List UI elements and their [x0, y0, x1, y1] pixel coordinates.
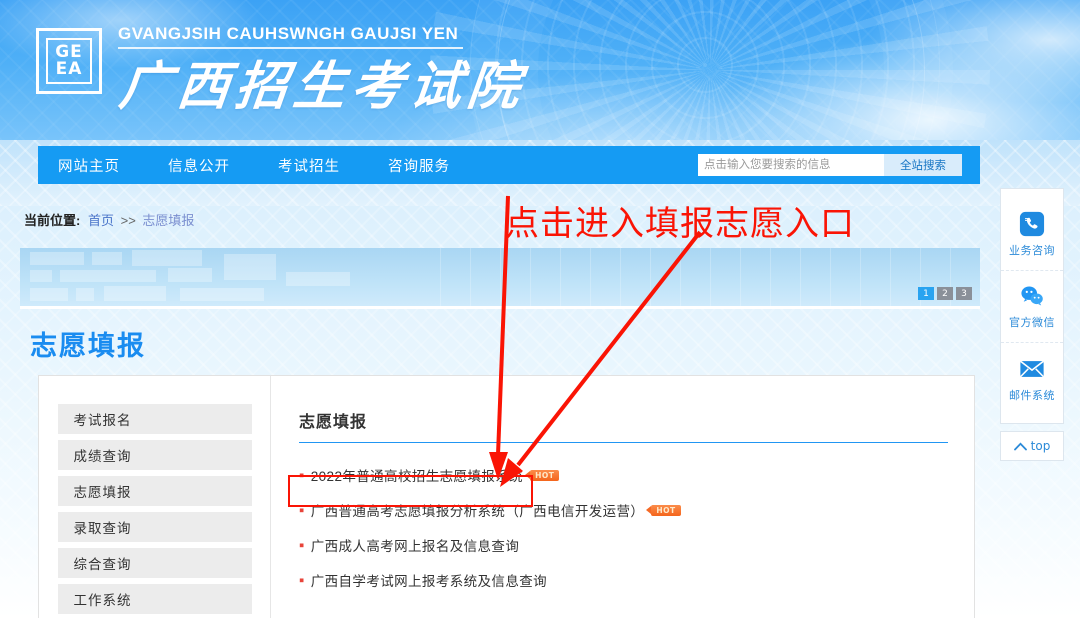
hot-badge-label: HOT [530, 469, 560, 481]
breadcrumb-home-link[interactable]: 首页 [88, 213, 114, 228]
sidebar-item-score-query[interactable]: 成绩查询 [57, 440, 252, 470]
carousel-dot-2[interactable]: 2 [937, 287, 953, 300]
float-item-label: 官方微信 [1009, 317, 1055, 329]
wechat-icon [1021, 286, 1043, 306]
logo-letters: GE EA [46, 38, 92, 84]
bullet-icon: ▪ [299, 571, 305, 589]
bullet-icon: ▪ [299, 501, 305, 519]
list-item[interactable]: ▪ 广西普通高考志愿填报分析系统（广西电信开发运营） HOT [299, 500, 948, 520]
link-label[interactable]: 广西成人高考网上报名及信息查询 [311, 535, 520, 555]
list-item[interactable]: ▪ 广西自学考试网上报考系统及信息查询 [299, 570, 948, 590]
breadcrumb-label: 当前位置: [24, 213, 81, 228]
sidebar-item-comprehensive-query[interactable]: 综合查询 [57, 548, 252, 578]
hot-badge: HOT [530, 469, 560, 481]
search-input[interactable] [698, 154, 884, 176]
sidebar-item-admission-query[interactable]: 录取查询 [57, 512, 252, 542]
carousel-pagination: 1 2 3 [918, 287, 972, 300]
float-item-label: 邮件系统 [1009, 389, 1055, 402]
floating-service-panel: 业务咨询 官方微信 邮件系统 [1000, 188, 1064, 424]
breadcrumb: 当前位置: 首页 >> 志愿填报 [24, 210, 194, 229]
content-panel: 考试报名 成绩查询 志愿填报 录取查询 综合查询 工作系统 志愿填报 ▪ 202… [38, 375, 975, 618]
float-item-mail-system[interactable]: 邮件系统 [1001, 343, 1063, 415]
search-button[interactable]: 全站搜索 [884, 154, 962, 176]
back-to-top-label: top [1030, 439, 1051, 453]
list-item[interactable]: ▪ 广西成人高考网上报名及信息查询 [299, 535, 948, 555]
link-label[interactable]: 广西自学考试网上报考系统及信息查询 [311, 570, 547, 590]
main-content-column: 志愿填报 ▪ 2022年普通高校招生志愿填报系统 HOT ▪ 广西普通高考志愿填… [271, 376, 974, 618]
site-header-banner: GE EA GVANGJSIH CAUHSWNGH GAUJSI YEN 广西招… [0, 0, 1080, 140]
breadcrumb-separator: >> [120, 213, 136, 228]
site-logo[interactable]: GE EA [36, 28, 102, 94]
main-navigation: 网站主页 信息公开 考试招生 咨询服务 全站搜索 [38, 146, 980, 184]
carousel-dot-3[interactable]: 3 [956, 287, 972, 300]
hot-badge: HOT [651, 504, 681, 516]
phone-icon [1019, 211, 1045, 237]
back-to-top-button[interactable]: top [1000, 431, 1064, 461]
banner-ring-pattern [470, 0, 940, 140]
system-link-list: ▪ 2022年普通高校招生志愿填报系统 HOT ▪ 广西普通高考志愿填报分析系统… [299, 465, 948, 590]
page-title: 志愿填报 [30, 331, 146, 361]
breadcrumb-current: 志愿填报 [142, 213, 195, 228]
brand-zhuang-name: GVANGJSIH CAUHSWNGH GAUJSI YEN [118, 24, 459, 43]
sidebar-item-volunteer-filling[interactable]: 志愿填报 [57, 476, 252, 506]
float-item-official-wechat[interactable]: 官方微信 [1001, 271, 1063, 343]
mail-icon [1019, 359, 1045, 377]
section-title: 志愿填报 [299, 414, 368, 431]
content-carousel[interactable]: 1 2 3 [20, 248, 980, 306]
site-search: 全站搜索 [698, 154, 962, 176]
logo-letters-bottom: EA [55, 59, 83, 79]
float-item-label: 业务咨询 [1009, 245, 1055, 257]
bullet-icon: ▪ [299, 466, 305, 484]
carousel-grid-pattern [440, 248, 980, 306]
link-label[interactable]: 广西普通高考志愿填报分析系统（广西电信开发运营） [311, 500, 645, 520]
float-item-business-consulting[interactable]: 业务咨询 [1001, 199, 1063, 271]
nav-item-consulting-service[interactable]: 咨询服务 [388, 155, 450, 176]
hot-badge-label: HOT [651, 504, 681, 516]
list-item[interactable]: ▪ 2022年普通高校招生志愿填报系统 HOT [299, 465, 948, 485]
nav-item-home[interactable]: 网站主页 [58, 155, 120, 176]
carousel-underline [20, 306, 980, 309]
carousel-decorative-blocks [20, 248, 380, 306]
category-sidebar: 考试报名 成绩查询 志愿填报 录取查询 综合查询 工作系统 [39, 376, 271, 618]
chevron-up-icon [1013, 442, 1027, 450]
nav-item-info-disclosure[interactable]: 信息公开 [168, 155, 230, 176]
sidebar-item-exam-registration[interactable]: 考试报名 [57, 404, 252, 434]
section-divider [299, 442, 948, 443]
link-label[interactable]: 2022年普通高校招生志愿填报系统 [311, 465, 523, 485]
sidebar-item-work-system[interactable]: 工作系统 [57, 584, 252, 614]
bullet-icon: ▪ [299, 536, 305, 554]
nav-item-exam-admission[interactable]: 考试招生 [278, 155, 340, 176]
brand-chinese-name: 广西招生考试院 [116, 56, 529, 117]
carousel-dot-1[interactable]: 1 [918, 287, 934, 300]
